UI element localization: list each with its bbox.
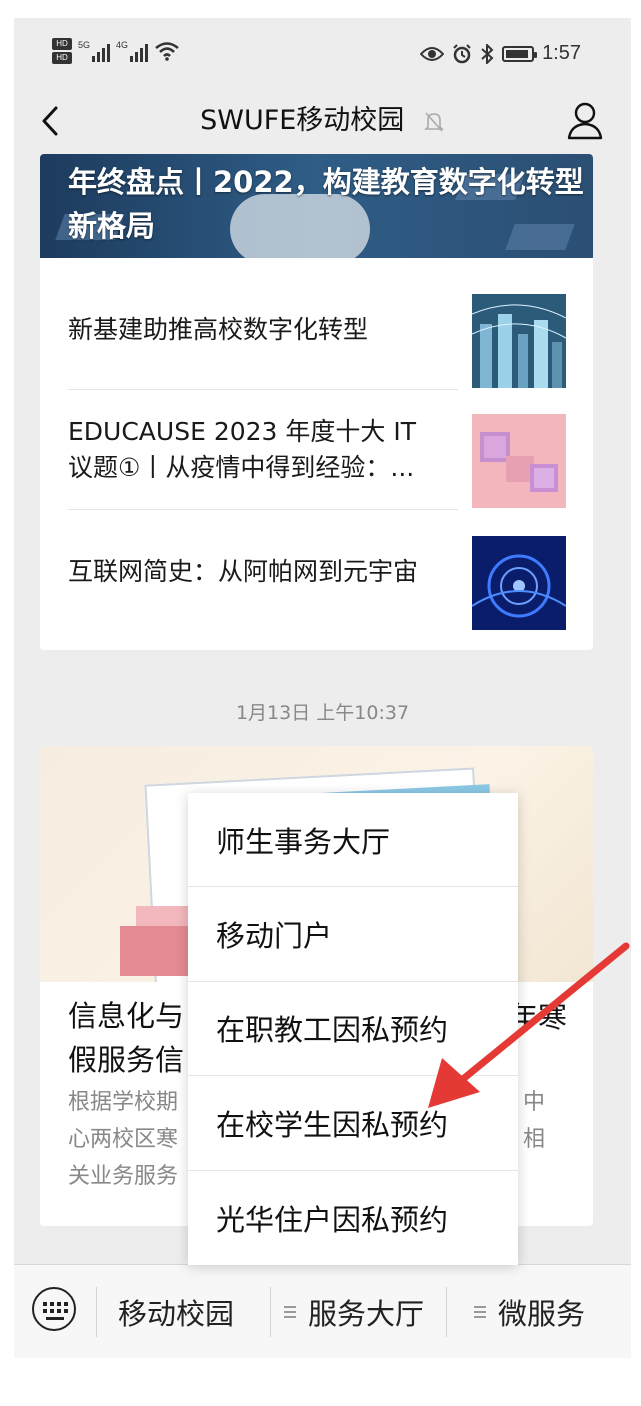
tab-label: 微服务 (498, 1297, 586, 1331)
eye-icon (420, 46, 445, 61)
menu-item-guanghua-appointment[interactable]: 光华住户因私预约 (188, 1171, 518, 1265)
phone-screen: HD HD 5G 4G 1:57 SWUFE移动校园 年终盘点丨2022，构建教… (14, 18, 631, 1358)
article-banner[interactable]: 年终盘点丨2022，构建教育数字化转型新格局 (40, 154, 593, 258)
keyboard-icon[interactable] (32, 1287, 76, 1331)
article-title: 新基建助推高校数字化转型 (68, 315, 369, 344)
menu-lines-icon (474, 1303, 486, 1321)
signal-4g-icon: 4G (116, 40, 149, 62)
article-card[interactable]: 年终盘点丨2022，构建教育数字化转型新格局 新基建助推高校数字化转型 EDUC… (40, 154, 593, 650)
banner-title: 年终盘点丨2022，构建教育数字化转型新格局 (68, 165, 584, 243)
tab-mobile-campus[interactable]: 移动校园 (118, 1265, 234, 1358)
signal-5g-label: 5G (78, 40, 91, 50)
battery-icon (502, 45, 538, 62)
person-icon[interactable] (563, 98, 607, 144)
wifi-icon (155, 42, 179, 61)
status-time: 1:57 (542, 42, 581, 64)
nav-bar: SWUFE移动校园 (14, 88, 631, 154)
signal-5g-icon: 5G (78, 40, 111, 62)
tab-label: 移动校园 (118, 1297, 235, 1331)
tab-label: 服务大厅 (308, 1297, 425, 1331)
notice-desc-right-2: 相 (522, 1127, 545, 1152)
hd-badge: HD (52, 52, 72, 64)
menu-lines-icon (284, 1303, 296, 1321)
tab-micro-service[interactable]: 微服务 (474, 1265, 585, 1358)
page-title: SWUFE移动校园 (14, 98, 631, 144)
list-item[interactable]: 新基建助推高校数字化转型 (68, 270, 566, 390)
pink-cubes-image (472, 414, 566, 508)
bluetooth-icon (481, 43, 494, 64)
city-network-image (472, 294, 566, 388)
hd-badges: HD HD (52, 38, 72, 64)
article-title: 互联网简史：从阿帕网到元宇宙 (68, 557, 419, 586)
status-left: HD HD 5G 4G (52, 38, 180, 64)
red-arrow-annotation (428, 942, 630, 1108)
page-title-text: SWUFE移动校园 (200, 105, 405, 136)
hd-badge: HD (52, 38, 72, 50)
bell-muted-icon (423, 111, 444, 132)
message-timestamp: 1月13日 上午10:37 (235, 702, 410, 724)
signal-4g-label: 4G (116, 40, 129, 50)
list-item[interactable]: EDUCAUSE 2023 年度十大 IT 议题①丨从疫情中得到经验：... (68, 390, 566, 510)
status-right: 1:57 (420, 42, 581, 65)
tab-service-hall[interactable]: 服务大厅 (284, 1265, 424, 1358)
menu-item-service-hall[interactable]: 师生事务大厅 (188, 793, 518, 888)
status-bar: HD HD 5G 4G 1:57 (14, 18, 631, 88)
blue-tech-image (472, 536, 566, 630)
bottom-menu-bar: 移动校园 服务大厅 微服务 (14, 1264, 631, 1358)
article-title: EDUCAUSE 2023 年度十大 IT 议题①丨从疫情中得到经验：... (68, 417, 416, 482)
list-item[interactable]: 互联网简史：从阿帕网到元宇宙 (68, 512, 566, 632)
alarm-icon (453, 43, 471, 63)
